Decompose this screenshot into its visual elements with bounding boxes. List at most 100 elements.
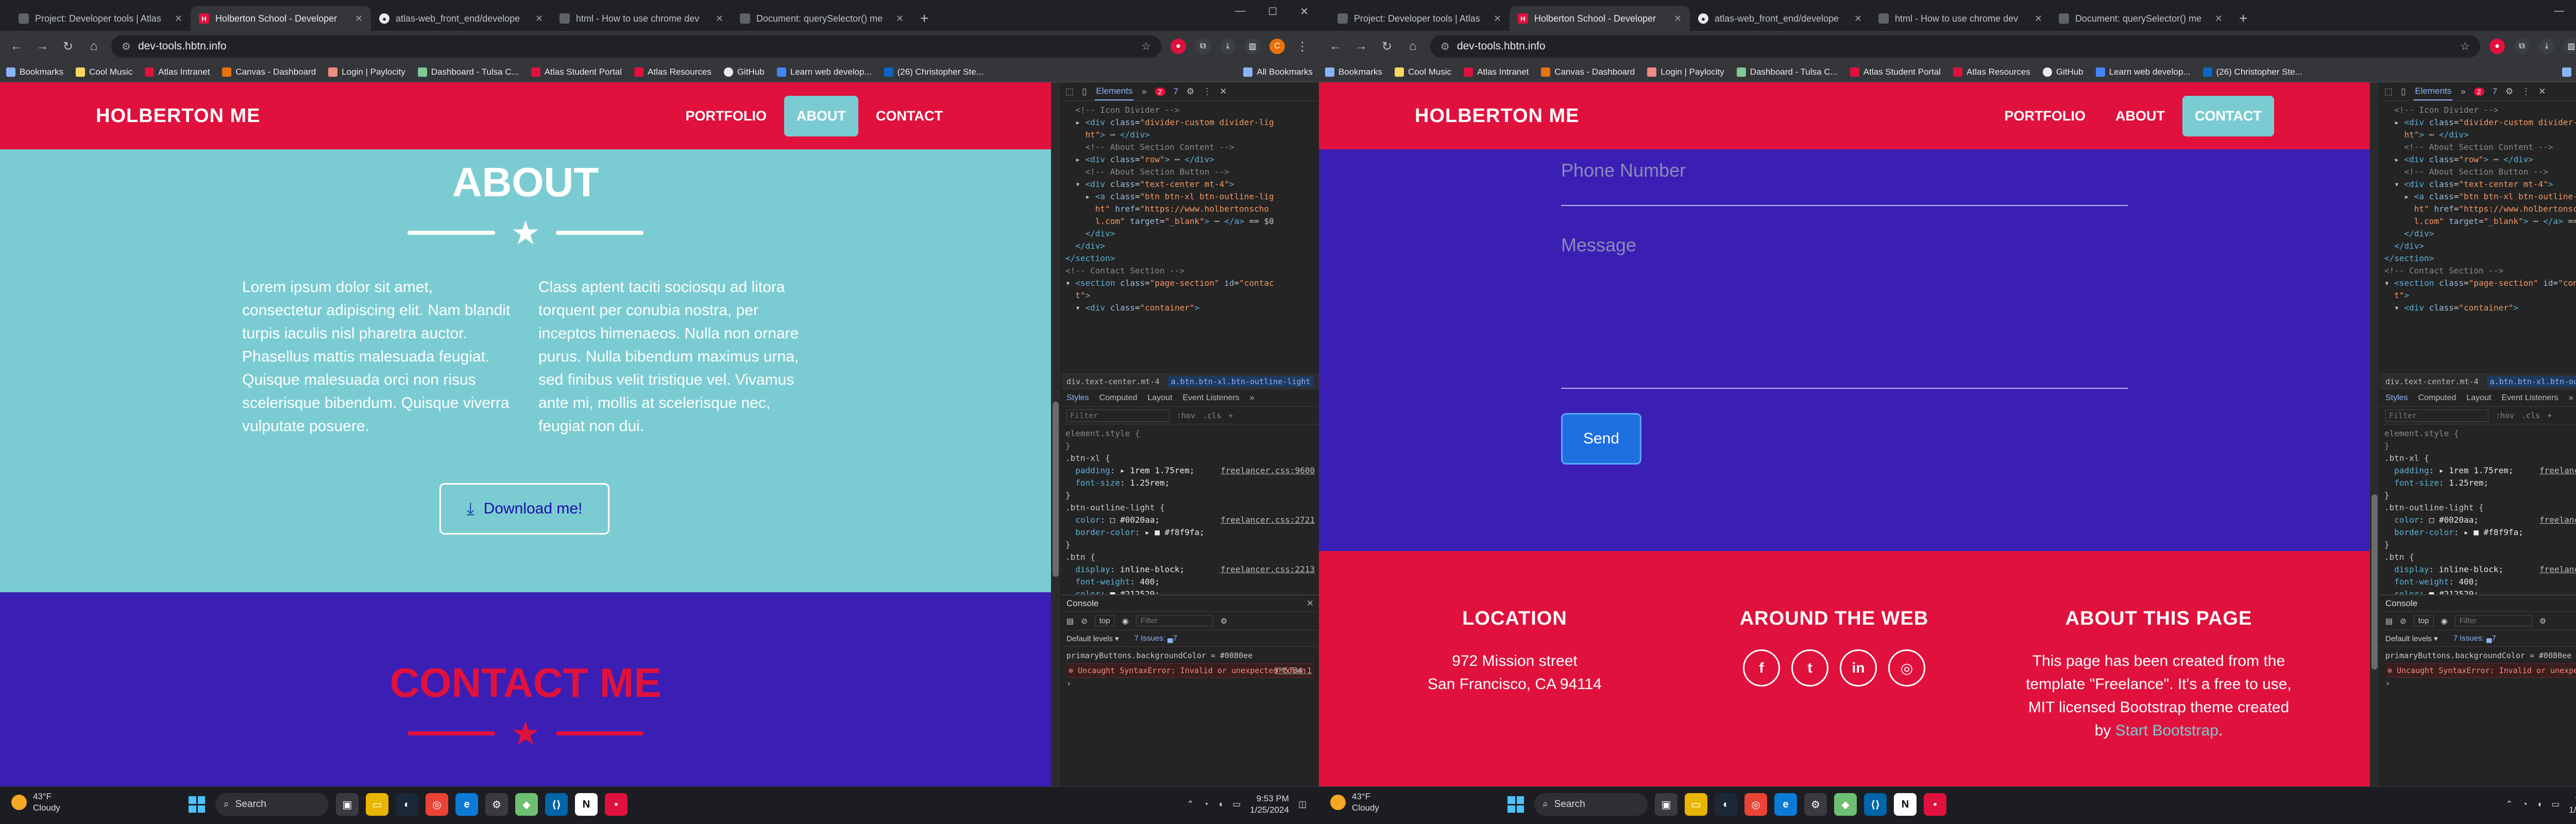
console-filter-input[interactable]: Filter [1136, 615, 1213, 626]
vscode-icon[interactable]: ⟨⟩ [545, 793, 568, 816]
scrollbar-thumb[interactable] [1053, 402, 1059, 577]
chevron-up-icon[interactable]: ⌃ [1187, 799, 1194, 810]
console-title[interactable]: Console [1066, 598, 1098, 609]
console-prompt[interactable]: › [1066, 678, 1314, 689]
side-panel-icon[interactable]: ▥ [1245, 39, 1260, 54]
close-icon[interactable]: ✕ [1854, 13, 1862, 24]
windows-start-icon[interactable] [185, 793, 208, 816]
sidebar-toggle-icon[interactable]: ▤ [2385, 616, 2393, 626]
volume-icon[interactable]: ◖ [2537, 799, 2542, 810]
kebab-icon[interactable]: ⋮ [2521, 87, 2530, 97]
styles-pane[interactable]: element.style { } .btn-xl { freelancer.c… [2380, 424, 2576, 594]
file-explorer-icon[interactable]: ▭ [366, 793, 388, 816]
browser-tab-active[interactable]: H Holberton School - Developer ✕ [191, 6, 371, 31]
download-icon[interactable]: ⤓ [2539, 39, 2554, 54]
send-button[interactable]: Send [1561, 413, 1641, 465]
error-count-badge[interactable]: 2 [2473, 87, 2484, 96]
bookmark-item[interactable]: Canvas - Dashboard [1541, 67, 1635, 77]
bookmark-item[interactable]: Atlas Student Portal [531, 67, 622, 77]
hov-toggle[interactable]: :hov [2496, 411, 2514, 420]
default-levels-select[interactable]: Default levels ▾ [2385, 634, 2438, 643]
wifi-icon[interactable]: ◔ [1204, 799, 1209, 810]
steam-icon[interactable]: ◐ [1715, 793, 1737, 816]
hov-toggle[interactable]: :hov [1177, 411, 1195, 420]
issues-link[interactable]: 7 Issues: ▄7 [2453, 634, 2496, 643]
nav-contact[interactable]: CONTACT [863, 96, 955, 136]
tab-layout[interactable]: Layout [2466, 393, 2491, 403]
bookmark-item[interactable]: Canvas - Dashboard [222, 67, 316, 77]
back-icon[interactable]: ← [8, 39, 25, 54]
extension-icon[interactable]: ● [1171, 39, 1186, 54]
bookmark-item[interactable]: GitHub [723, 67, 765, 77]
console-filter-input[interactable]: Filter [2454, 615, 2532, 626]
bookmark-item[interactable]: Cool Music [1395, 67, 1451, 77]
edge-icon[interactable]: e [1774, 793, 1797, 816]
battery-icon[interactable]: ▭ [1232, 799, 1241, 810]
bookmark-item[interactable]: (26) Christopher Ste... [884, 67, 984, 77]
issues-count-badge[interactable]: 7 [2493, 87, 2497, 97]
tab-event-listeners[interactable]: Event Listeners [2501, 393, 2558, 403]
close-icon[interactable]: ✕ [2035, 13, 2042, 24]
tab-styles[interactable]: Styles [2385, 393, 2408, 403]
breadcrumb-item-selected[interactable]: a.btn.btn-xl.btn-outline-light [1167, 376, 1314, 387]
eye-icon[interactable]: ◉ [1122, 616, 1129, 626]
notion-icon[interactable]: N [1894, 793, 1917, 816]
page-scrollbar[interactable] [2370, 82, 2379, 786]
close-icon[interactable]: ✕ [716, 13, 723, 24]
bookmark-item[interactable]: Dashboard - Tulsa C... [417, 67, 519, 77]
site-brand[interactable]: HOLBERTON ME [1415, 105, 1580, 127]
context-select[interactable]: top [1094, 615, 1115, 626]
vscode-icon[interactable]: ⟨⟩ [1864, 793, 1887, 816]
browser-tab[interactable]: ● atlas-web_front_end/develope ✕ [371, 6, 551, 31]
breadcrumb-item-selected[interactable]: a.btn.btn-xl.btn-outline-light [2486, 376, 2576, 387]
nav-about[interactable]: ABOUT [2103, 96, 2177, 136]
notification-icon[interactable]: ◫ [1298, 799, 1307, 810]
volume-icon[interactable]: ◖ [1218, 799, 1223, 810]
site-info-icon[interactable]: ⚙ [1440, 40, 1450, 53]
nav-about[interactable]: ABOUT [784, 95, 859, 136]
styles-filter-input[interactable]: Filter [2385, 409, 2488, 422]
tab-styles[interactable]: Styles [1066, 393, 1089, 403]
browser-tab[interactable]: Project: Developer tools | Atlas ✕ [1329, 6, 1510, 31]
console-prompt[interactable]: › [2385, 678, 2576, 689]
reload-icon[interactable]: ↻ [60, 39, 76, 54]
clock[interactable]: 9:54 PM1/25/2024 [2569, 793, 2576, 816]
cls-toggle[interactable]: .cls [2521, 411, 2540, 420]
sidebar-toggle-icon[interactable]: ▤ [1066, 616, 1074, 626]
site-brand[interactable]: HOLBERTON ME [96, 105, 261, 127]
bookmark-item[interactable]: GitHub [2042, 67, 2083, 77]
dribbble-icon[interactable]: ◎ [1888, 649, 1925, 686]
browser-tab[interactable]: ● atlas-web_front_end/develope ✕ [1690, 6, 1870, 31]
profile-avatar[interactable]: C [1269, 39, 1285, 54]
close-icon[interactable]: ✕ [535, 13, 543, 24]
tab-layout[interactable]: Layout [1147, 393, 1172, 403]
forward-icon[interactable]: → [34, 39, 50, 54]
browser-tab[interactable]: Document: querySelector() me ✕ [732, 6, 912, 31]
browser-tab[interactable]: html - How to use chrome dev ✕ [1870, 6, 2050, 31]
bookmark-item[interactable]: Atlas Resources [634, 67, 711, 77]
nav-contact[interactable]: CONTACT [2182, 95, 2274, 136]
bookmark-item[interactable]: Login | Paylocity [328, 67, 405, 77]
wifi-icon[interactable]: ◔ [2522, 799, 2528, 810]
scrollbar-thumb[interactable] [2371, 494, 2378, 670]
close-icon[interactable]: ✕ [2215, 13, 2223, 24]
minimize-icon[interactable]: — [2554, 5, 2564, 18]
device-icon[interactable]: ▯ [2401, 87, 2405, 97]
twitter-icon[interactable]: t [1791, 649, 1828, 686]
close-icon[interactable]: ✕ [2538, 87, 2546, 97]
home-icon[interactable]: ⌂ [1404, 39, 1421, 54]
steam-icon[interactable]: ◐ [396, 793, 418, 816]
bookmark-star-icon[interactable]: ☆ [1141, 40, 1151, 53]
chevron-up-icon[interactable]: ⌃ [2505, 799, 2513, 810]
close-icon[interactable]: ✕ [1674, 13, 1682, 24]
bookmark-item[interactable]: Login | Paylocity [1647, 67, 1724, 77]
task-view-icon[interactable]: ▣ [336, 793, 359, 816]
app-icon[interactable]: ◆ [515, 793, 538, 816]
taskbar-search[interactable]: ⌕ Search [215, 793, 329, 816]
default-levels-select[interactable]: Default levels ▾ [1066, 634, 1119, 643]
start-bootstrap-link[interactable]: Start Bootstrap [2115, 722, 2218, 739]
clear-console-icon[interactable]: ⊘ [1081, 616, 1088, 626]
more-tabs-icon[interactable]: » [1142, 87, 1146, 97]
file-explorer-icon[interactable]: ▭ [1685, 793, 1707, 816]
inspect-icon[interactable]: ⬚ [2384, 87, 2393, 97]
